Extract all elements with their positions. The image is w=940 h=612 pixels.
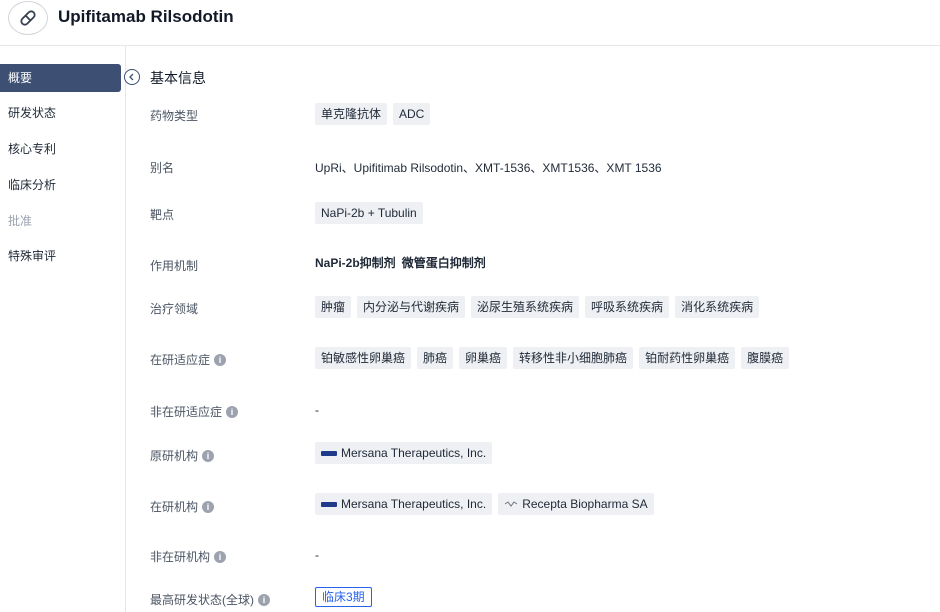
alias-value: UpRi、Upifitimab Rilsodotin、XMT-1536、XMT1…	[315, 161, 662, 175]
target-value: NaPi-2b + Tubulin	[315, 202, 423, 224]
inactive-orgs-value: -	[315, 548, 319, 562]
info-icon[interactable]: i	[202, 449, 215, 462]
tag[interactable]: 内分泌与代谢疾病	[357, 296, 466, 318]
info-icon[interactable]: i	[258, 593, 270, 606]
therapeutic-area-label: 治疗领域	[150, 302, 199, 316]
highest-phase-label: 最高研发状态(全球) i	[150, 591, 270, 608]
alias-label: 别名	[150, 161, 175, 175]
mechanism-item[interactable]: NaPi-2b抑制剂	[315, 254, 396, 271]
originator-label: 原研机构 i	[150, 447, 215, 464]
info-icon[interactable]: i	[214, 550, 227, 563]
sidebar-item-approval: 批准	[8, 214, 33, 228]
drug-title: Upifitamab Rilsodotin	[58, 7, 234, 26]
inactive-indications-value: -	[315, 403, 319, 417]
info-icon[interactable]: i	[226, 405, 239, 418]
section-title: 基本信息	[150, 70, 206, 86]
active-orgs-value: Mersana Therapeutics, Inc. Recepta Bioph…	[315, 493, 654, 515]
active-orgs-label: 在研机构 i	[150, 498, 215, 515]
page-header: Upifitamab Rilsodotin	[0, 0, 940, 46]
target-label: 靶点	[150, 208, 175, 222]
therapeutic-area-value: 肿瘤 内分泌与代谢疾病 泌尿生殖系统疾病 呼吸系统疾病 消化系统疾病	[315, 296, 760, 318]
tag[interactable]: 卵巢癌	[459, 347, 508, 369]
mersana-logo-icon	[321, 450, 337, 456]
mechanism-item[interactable]: 微管蛋白抑制剂	[402, 254, 486, 271]
phase-badge[interactable]: 临床3期	[315, 587, 372, 607]
tag[interactable]: 铂耐药性卵巢癌	[639, 347, 736, 369]
inactive-orgs-label: 非在研机构 i	[150, 548, 227, 565]
active-indications-value: 铂敏感性卵巢癌 肺癌 卵巢癌 转移性非小细胞肺癌 铂耐药性卵巢癌 腹膜癌	[315, 347, 790, 369]
highest-phase-value: 临床3期	[315, 587, 372, 607]
chevron-left-icon	[129, 73, 134, 81]
org-tag-recepta[interactable]: Recepta Biopharma SA	[498, 493, 654, 515]
tag[interactable]: 腹膜癌	[741, 347, 790, 369]
info-icon[interactable]: i	[202, 500, 215, 513]
target-tag[interactable]: NaPi-2b + Tubulin	[315, 202, 423, 224]
sidebar-item-core-patents[interactable]: 核心专利	[0, 135, 121, 163]
sidebar-item-clinical-analysis[interactable]: 临床分析	[0, 171, 121, 199]
sidebar-nav: 概要 研发状态 核心专利 临床分析 批准 特殊审评	[0, 46, 126, 612]
tag[interactable]: 呼吸系统疾病	[585, 296, 670, 318]
tag[interactable]: ADC	[393, 103, 431, 125]
tag[interactable]: 转移性非小细胞肺癌	[513, 347, 634, 369]
sidebar-item-overview[interactable]: 概要	[0, 64, 121, 92]
drug-type-value: 单克隆抗体 ADC	[315, 103, 431, 125]
mechanism-value: NaPi-2b抑制剂 微管蛋白抑制剂	[315, 254, 486, 271]
active-indications-label: 在研适应症 i	[150, 351, 227, 368]
originator-value: Mersana Therapeutics, Inc.	[315, 442, 493, 464]
org-tag-mersana[interactable]: Mersana Therapeutics, Inc.	[315, 493, 493, 515]
sidebar-item-rd-status[interactable]: 研发状态	[0, 99, 121, 127]
org-tag-mersana[interactable]: Mersana Therapeutics, Inc.	[315, 442, 493, 464]
pill-icon	[8, 1, 48, 35]
tag[interactable]: 单克隆抗体	[315, 103, 388, 125]
tag[interactable]: 泌尿生殖系统疾病	[471, 296, 580, 318]
info-icon[interactable]: i	[214, 353, 227, 366]
mersana-logo-icon	[321, 501, 337, 507]
drug-type-label: 药物类型	[150, 109, 199, 123]
collapse-sidebar-button[interactable]	[124, 69, 140, 85]
recepta-logo-icon	[504, 501, 518, 507]
inactive-indications-label: 非在研适应症 i	[150, 403, 239, 420]
tag[interactable]: 铂敏感性卵巢癌	[315, 347, 412, 369]
tag[interactable]: 消化系统疾病	[675, 296, 760, 318]
tag[interactable]: 肿瘤	[315, 296, 352, 318]
mechanism-label: 作用机制	[150, 259, 199, 273]
tag[interactable]: 肺癌	[417, 347, 454, 369]
sidebar-item-special-review[interactable]: 特殊审评	[0, 242, 121, 270]
